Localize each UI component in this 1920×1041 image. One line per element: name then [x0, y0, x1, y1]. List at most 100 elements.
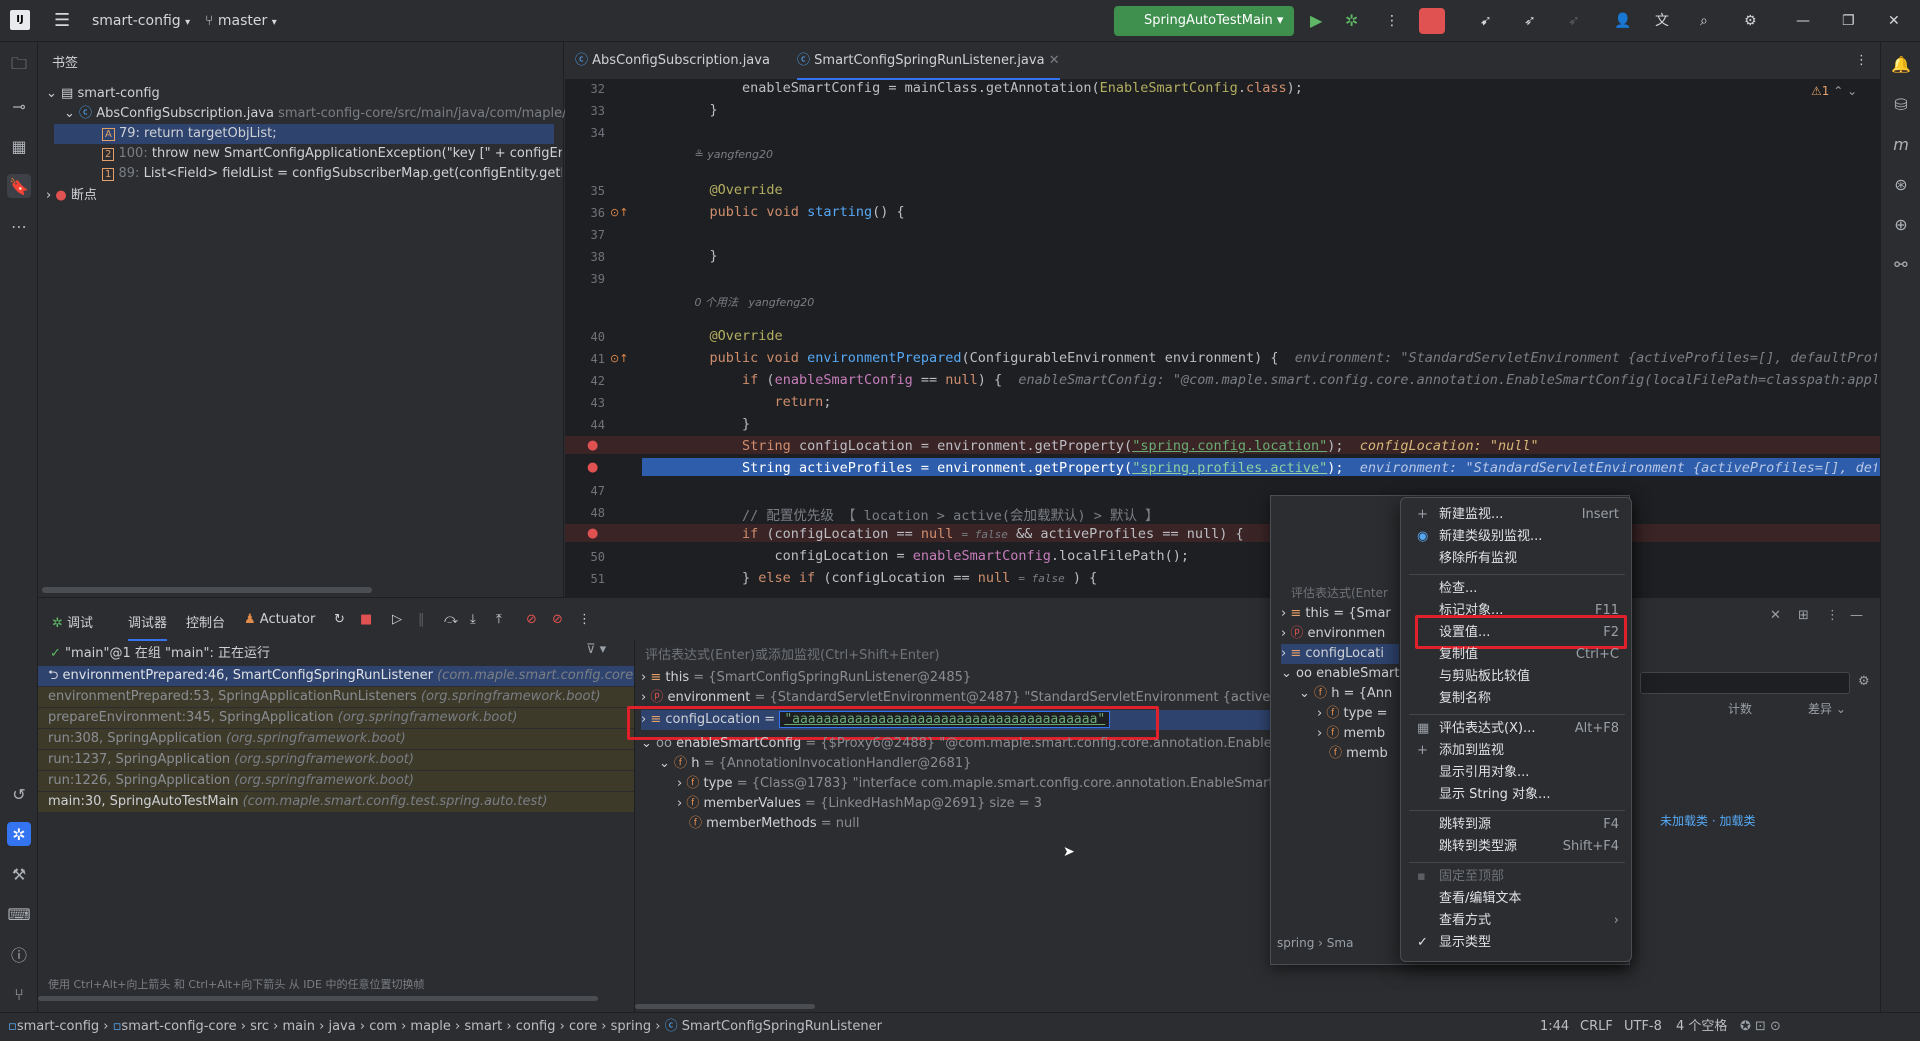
tree-root[interactable]: ⌄ ▤ smart-config: [46, 84, 160, 104]
menu-jump-to-type-source[interactable]: 跳转到类型源 Shift+F4: [1405, 836, 1629, 858]
code-line[interactable]: String configLocation = environment.getP…: [677, 438, 1877, 454]
more-actions-icon[interactable]: ⋮: [1385, 0, 1399, 42]
menu-jump-to-source[interactable]: 跳转到源 F4: [1405, 814, 1629, 836]
horizontal-scrollbar[interactable]: [38, 996, 598, 1001]
step-over-icon[interactable]: ⤼: [444, 612, 458, 627]
memory-search-input[interactable]: [1640, 672, 1850, 694]
menu-copy-name[interactable]: 复制名称: [1405, 688, 1629, 710]
tree-file[interactable]: ⌄ ⓒ AbsConfigSubscription.java smart-con…: [64, 104, 573, 124]
code-line[interactable]: String activeProfiles = environment.getP…: [677, 460, 1877, 476]
run-configuration-selector[interactable]: SpringAutoTestMain ▾: [1114, 6, 1294, 36]
frame-item[interactable]: run:308, SpringApplication (org.springfr…: [38, 729, 634, 749]
popup-var-row[interactable]: ⓕ memb: [1329, 744, 1388, 764]
cursor-position[interactable]: 1:44: [1540, 1013, 1569, 1041]
tab-abs-config-subscription[interactable]: ⓒ AbsConfigSubscription.java: [575, 42, 770, 80]
warning-indicator[interactable]: ⚠1 ⌃ ⌄: [1811, 84, 1857, 98]
breadcrumb[interactable]: ▫smart-config › ▫smart-config-core › src…: [8, 1013, 882, 1041]
close-panel-icon[interactable]: ✕: [1770, 608, 1781, 623]
database-icon[interactable]: ⛁: [1889, 92, 1913, 116]
bookmark-item[interactable]: 2 100: throw new SmartConfigApplicationE…: [102, 144, 562, 164]
frame-item[interactable]: main:30, SpringAutoTestMain (com.maple.s…: [38, 792, 634, 812]
resume-icon[interactable]: ▷: [392, 612, 402, 627]
evaluate-expression-input[interactable]: 评估表达式(Enter)或添加监视(Ctrl+Shift+Enter): [645, 644, 940, 663]
services-tool-icon[interactable]: ↺: [7, 782, 31, 806]
profile-icon[interactable]: 👤: [1614, 0, 1631, 42]
menu-show-type[interactable]: ✓ 显示类型: [1405, 932, 1629, 954]
code-line[interactable]: @Override: [677, 328, 783, 344]
terminal-tool-icon[interactable]: ⌨: [7, 902, 31, 926]
debug-tool-icon[interactable]: ✲: [7, 822, 31, 846]
structure-tool-icon[interactable]: ▦: [7, 134, 31, 158]
project-tool-icon[interactable]: 🗀: [7, 54, 31, 78]
tab-actuator[interactable]: ♟ Actuator: [244, 612, 315, 627]
popup-var-row[interactable]: › ⓕ type =: [1317, 704, 1388, 724]
breakpoint-icon[interactable]: ●: [587, 438, 598, 453]
minimize-panel-icon[interactable]: —: [1850, 608, 1863, 623]
horizontal-scrollbar[interactable]: [635, 1004, 815, 1009]
view-breakpoints-icon[interactable]: ⊘: [526, 612, 537, 627]
step-into-icon[interactable]: ⤓: [470, 612, 476, 627]
horizontal-scrollbar[interactable]: [42, 587, 372, 593]
popup-var-row[interactable]: ⌄ oo enableSmart: [1281, 664, 1399, 684]
problems-tool-icon[interactable]: ⓘ: [7, 942, 31, 966]
code-line[interactable]: }: [677, 102, 718, 118]
mute-breakpoints-icon[interactable]: ⊘: [552, 612, 563, 627]
close-tab-icon[interactable]: ✕: [1049, 53, 1060, 68]
minimize-icon[interactable]: —: [1796, 0, 1810, 42]
run-icon[interactable]: ▶: [1310, 0, 1322, 42]
menu-copy-value[interactable]: 复制值 Ctrl+C: [1405, 644, 1629, 666]
code-line[interactable]: }: [677, 416, 750, 432]
bookmark-item[interactable]: A 79: return targetObjList;: [54, 124, 554, 144]
variable-row[interactable]: ⓕ memberMethods = null: [689, 814, 859, 834]
debug-icon[interactable]: ✲: [1345, 0, 1358, 42]
git-tool-icon[interactable]: ⑂: [7, 982, 31, 1006]
step-out-icon[interactable]: ⤒: [496, 612, 502, 627]
code-line[interactable]: public void starting() {: [677, 204, 905, 220]
popup-eval-input[interactable]: 评估表达式(Enter: [1291, 584, 1388, 601]
tab-smart-config-spring-run-listener[interactable]: ⓒ SmartConfigSpringRunListener.java ✕: [797, 42, 1060, 80]
menu-add-to-watches[interactable]: + 添加到监视: [1405, 740, 1629, 762]
line-separator[interactable]: CRLF: [1580, 1013, 1613, 1041]
menu-view-as[interactable]: 查看方式 ›: [1405, 910, 1629, 932]
bookmark-item[interactable]: 1 89: List<Field> fieldList = configSubs…: [102, 164, 562, 184]
ai-assistant-icon[interactable]: ⊛: [1889, 172, 1913, 196]
frame-item[interactable]: run:1226, SpringApplication (org.springf…: [38, 771, 634, 791]
stop-button[interactable]: [1419, 8, 1445, 34]
menu-pin-to-top[interactable]: ▪ 固定至顶部: [1405, 866, 1629, 888]
menu-show-referring-objects[interactable]: 显示引用对象...: [1405, 762, 1629, 784]
code-line[interactable]: return;: [677, 394, 832, 410]
menu-new-class-watch[interactable]: ◉ 新建类级别监视...: [1405, 526, 1629, 548]
code-line[interactable]: @Override: [677, 182, 783, 198]
tab-options-icon[interactable]: ⋮: [1855, 42, 1868, 80]
stop-debug-icon[interactable]: ■: [360, 612, 372, 627]
close-icon[interactable]: ✕: [1888, 0, 1900, 42]
menu-compare-clipboard[interactable]: 与剪贴板比较值: [1405, 666, 1629, 688]
variable-row[interactable]: ⌄ ⓕ h = {AnnotationInvocationHandler@268…: [659, 754, 971, 774]
pause-icon[interactable]: ‖: [418, 612, 425, 627]
tab-debugger[interactable]: 调试器: [128, 612, 168, 641]
menu-remove-all-watches[interactable]: 移除所有监视: [1405, 548, 1629, 570]
panel-more-icon[interactable]: ⋮: [1826, 608, 1839, 623]
translate-icon[interactable]: 文: [1655, 0, 1669, 42]
more-tools-icon[interactable]: ⋯: [7, 214, 31, 238]
rerun-icon[interactable]: ↻: [334, 612, 345, 627]
code-editor[interactable]: ⓒ AbsConfigSubscription.java ⓒ SmartConf…: [565, 42, 1880, 597]
menu-new-watch[interactable]: + 新建监视... Insert: [1405, 504, 1629, 526]
load-classes-link[interactable]: 未加载类 · 加载类: [1660, 812, 1755, 829]
code-line[interactable]: enableSmartConfig = mainClass.getAnnotat…: [677, 80, 1303, 96]
layout-icon[interactable]: ⊞: [1798, 608, 1809, 623]
tab-console[interactable]: 控制台: [186, 612, 225, 631]
vcs-history-icon[interactable]: ➶: [1568, 0, 1580, 42]
build-tool-icon[interactable]: ⚒: [7, 862, 31, 886]
restore-icon[interactable]: ❐: [1842, 0, 1855, 42]
menu-show-string-objects[interactable]: 显示 String 对象...: [1405, 784, 1629, 806]
main-menu-icon[interactable]: ☰: [54, 0, 70, 42]
frame-item[interactable]: run:1237, SpringApplication (org.springf…: [38, 750, 634, 770]
settings-icon[interactable]: ⚙: [1744, 0, 1757, 42]
filter-icon[interactable]: ⊽ ▾: [586, 642, 606, 657]
menu-evaluate-expression[interactable]: ▦ 评估表达式(X)... Alt+F8: [1405, 718, 1629, 740]
thread-selector[interactable]: ✓ "main"@1 在组 "main": 正在运行: [50, 642, 270, 661]
popup-var-row[interactable]: › ⓟ environmen: [1281, 624, 1385, 644]
popup-var-row[interactable]: › ⓕ memb: [1317, 724, 1385, 744]
vcs-push-icon[interactable]: ➶: [1524, 0, 1536, 42]
